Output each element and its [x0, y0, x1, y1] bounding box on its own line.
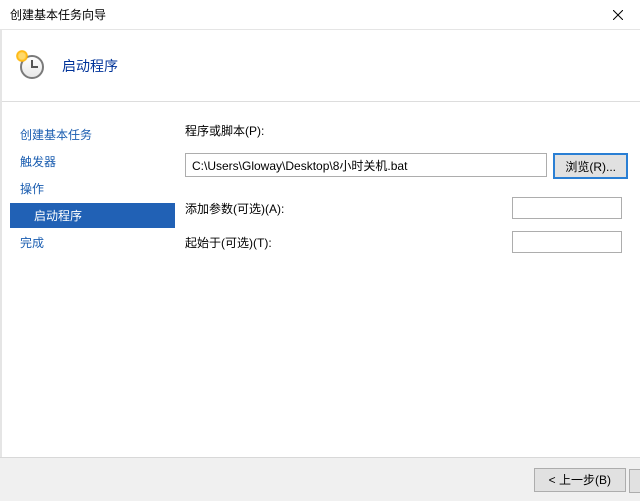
sidebar-item-start-program[interactable]: 启动程序: [10, 203, 175, 228]
clock-icon: [18, 51, 48, 81]
content-area: 创建基本任务 触发器 操作 启动程序 完成 程序或脚本(P): 浏览(R)...…: [0, 102, 640, 457]
sidebar-item-action[interactable]: 操作: [10, 176, 175, 201]
sidebar-item-trigger[interactable]: 触发器: [10, 149, 175, 174]
titlebar: 创建基本任务向导: [0, 0, 640, 30]
wizard-steps-sidebar: 创建基本任务 触发器 操作 启动程序 完成: [0, 102, 175, 457]
window-title: 创建基本任务向导: [10, 6, 106, 23]
add-arguments-label: 添加参数(可选)(A):: [185, 200, 284, 217]
add-arguments-input[interactable]: [512, 197, 622, 219]
wizard-header: 启动程序: [0, 30, 640, 102]
start-in-input[interactable]: [512, 231, 622, 253]
start-in-label: 起始于(可选)(T):: [185, 234, 272, 251]
sidebar-item-finish[interactable]: 完成: [10, 230, 175, 255]
back-button[interactable]: < 上一步(B): [534, 468, 626, 492]
next-button-partial[interactable]: [629, 469, 640, 493]
program-script-input[interactable]: [185, 153, 547, 177]
close-button[interactable]: [595, 0, 640, 30]
browse-button[interactable]: 浏览(R)...: [553, 153, 628, 179]
wizard-step-title: 启动程序: [62, 56, 118, 76]
window-left-border: [0, 30, 2, 501]
close-icon: [613, 10, 623, 20]
program-script-label: 程序或脚本(P):: [185, 122, 264, 139]
main-panel: 程序或脚本(P): 浏览(R)... 添加参数(可选)(A): 起始于(可选)(…: [175, 102, 640, 457]
sidebar-item-create-task[interactable]: 创建基本任务: [10, 122, 175, 147]
wizard-footer: < 上一步(B): [0, 457, 640, 501]
